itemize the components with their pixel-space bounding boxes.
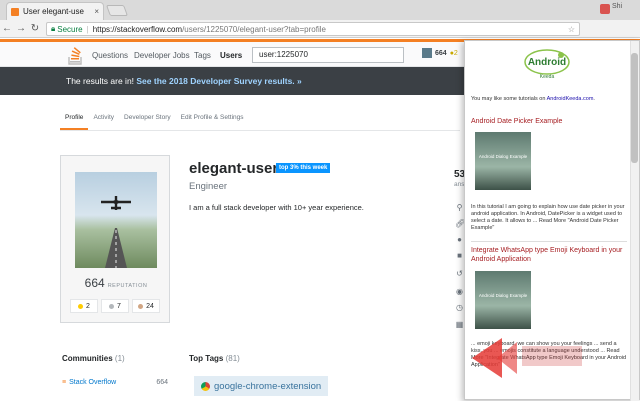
airplane-runway-image [101, 196, 131, 268]
intro-site-link[interactable]: AndroidKeeda.com [547, 96, 594, 102]
browser-toolbar: ← → ↻ 🔒︎ Secure | https://stackoverflow.… [0, 20, 640, 53]
community-name: Stack Overflow [69, 379, 117, 386]
address-bar[interactable]: 🔒︎ Secure | https://stackoverflow.com/us… [46, 22, 580, 36]
gold-badges[interactable]: 2 [70, 299, 98, 313]
history-icon: ↺ [456, 269, 463, 278]
profile-avatar [75, 172, 157, 268]
article-title-2[interactable]: Integrate WhatsApp type Emoji Keyboard i… [471, 246, 627, 264]
top-percent-badge[interactable]: top 3% this week [276, 163, 331, 173]
top-tags-title: Top Tags [189, 354, 224, 363]
profile-tabs: Profile Activity Developer Story Edit Pr… [60, 107, 460, 131]
nav-users[interactable]: Users [220, 51, 242, 60]
location-icon: ⚲ [456, 203, 463, 212]
search-input[interactable]: user:1225070 [252, 47, 404, 63]
article-thumb-2-text: Android Dialog Example [478, 293, 528, 298]
browser-tabbar: User elegant-use × Shi [0, 0, 640, 20]
android-keeda-logo: Android Keeda [521, 47, 573, 81]
nav-questions[interactable]: Questions [92, 51, 128, 60]
silver-badges[interactable]: 7 [101, 299, 129, 313]
gold-badge-icon [78, 303, 84, 309]
watermark-logo-icon [472, 338, 582, 378]
logo-text: Android [528, 57, 566, 68]
article-thumb-1-text: Android Dialog Example [478, 154, 528, 159]
user-badges: ●2 [449, 49, 458, 57]
user-menu[interactable]: 664 ●2 [422, 48, 458, 58]
eye-icon: ◉ [456, 287, 463, 296]
stackoverflow-small-icon: ≡ [62, 379, 67, 386]
user-title: Engineer [189, 181, 228, 192]
user-reputation: 664 [435, 49, 447, 57]
top-tag-chip[interactable]: google-chrome-extension [194, 376, 329, 396]
user-profile-icon[interactable] [600, 4, 610, 14]
tab-close-icon[interactable]: × [94, 7, 99, 16]
reputation-label: REPUTATION [107, 283, 148, 289]
bookmark-star-icon[interactable]: ☆ [568, 25, 575, 34]
reputation: 664 REPUTATION [61, 276, 171, 290]
communities-count: (1) [114, 354, 125, 363]
nav-developer-jobs[interactable]: Developer Jobs [134, 51, 190, 60]
article-divider [471, 241, 627, 242]
github-icon: ● [457, 235, 462, 244]
banner-link[interactable]: See the 2018 Developer Survey results. » [136, 76, 301, 86]
intro-text: You may like some tutorials on [471, 96, 547, 102]
avatar [422, 48, 432, 58]
bronze-badge-icon [138, 303, 144, 309]
tab-profile[interactable]: Profile [60, 107, 89, 130]
linkedin-icon: ■ [457, 251, 462, 260]
secure-label: Secure [57, 24, 83, 34]
url-path: /users/1225070/elegant-user?tab=profile [182, 24, 326, 34]
top-tags-heading: Top Tags (81) [189, 354, 240, 363]
tab-title: User elegant-use [23, 7, 84, 16]
profile-card: 664 REPUTATION 2 7 24 [60, 155, 170, 323]
popup-scrollbar[interactable] [630, 41, 639, 401]
banner-text: The results are in! [66, 76, 137, 86]
lock-icon: 🔒︎ [51, 24, 56, 33]
chrome-icon [201, 381, 210, 391]
communities-title: Communities [62, 354, 113, 363]
article-thumb-1[interactable]: Android Dialog Example [475, 132, 531, 190]
popup-scroll-thumb[interactable] [631, 53, 638, 163]
user-bio: I am a full stack developer with 10+ yea… [189, 203, 364, 212]
browser-tab-active[interactable]: User elegant-use × [6, 2, 104, 20]
profile-name[interactable]: Shi [612, 3, 622, 10]
tab-developer-story[interactable]: Developer Story [119, 107, 176, 130]
url-host: https://stackoverflow.com [92, 24, 183, 34]
top-tag-label: google-chrome-extension [214, 380, 322, 392]
article-body-1: In this tutorial I am going to explain h… [471, 204, 625, 231]
top-tags-count: (81) [225, 354, 240, 363]
tab-edit-profile[interactable]: Edit Profile & Settings [176, 107, 249, 130]
tab-activity[interactable]: Activity [88, 107, 119, 130]
community-rep: 664 [156, 379, 168, 386]
article-thumb-2[interactable]: Android Dialog Example [475, 271, 531, 329]
article-title-1[interactable]: Android Date Picker Example [471, 117, 627, 126]
logo-sub: Keeda [540, 74, 555, 80]
stackoverflow-logo-icon[interactable] [68, 47, 82, 65]
user-name: elegant-user [189, 160, 279, 177]
silver-badge-count: 7 [117, 302, 121, 310]
community-item[interactable]: ≡ Stack Overflow 664 [62, 379, 168, 386]
omnibox-separator: | [86, 24, 89, 34]
back-icon[interactable]: ← [0, 23, 14, 34]
silver-badge-icon [109, 303, 115, 309]
bronze-badges[interactable]: 24 [132, 299, 160, 313]
reload-icon[interactable]: ↻ [28, 23, 42, 34]
stackoverflow-favicon-icon [11, 7, 19, 16]
nav-tags[interactable]: Tags [194, 51, 211, 60]
gold-badge-count: 2 [86, 302, 90, 310]
forward-icon[interactable]: → [14, 23, 28, 34]
clock-icon: ◷ [456, 303, 463, 312]
bronze-badge-count: 24 [146, 302, 154, 310]
link-icon: 🔗︎ [455, 219, 466, 228]
reputation-value: 664 [84, 276, 105, 290]
communities-heading: Communities (1) [62, 354, 125, 363]
answers-label: ans [454, 181, 465, 188]
new-tab-button[interactable] [105, 5, 129, 16]
android-logo-icon: Android Keeda [524, 49, 570, 80]
popup-intro: You may like some tutorials on AndroidKe… [471, 96, 595, 102]
